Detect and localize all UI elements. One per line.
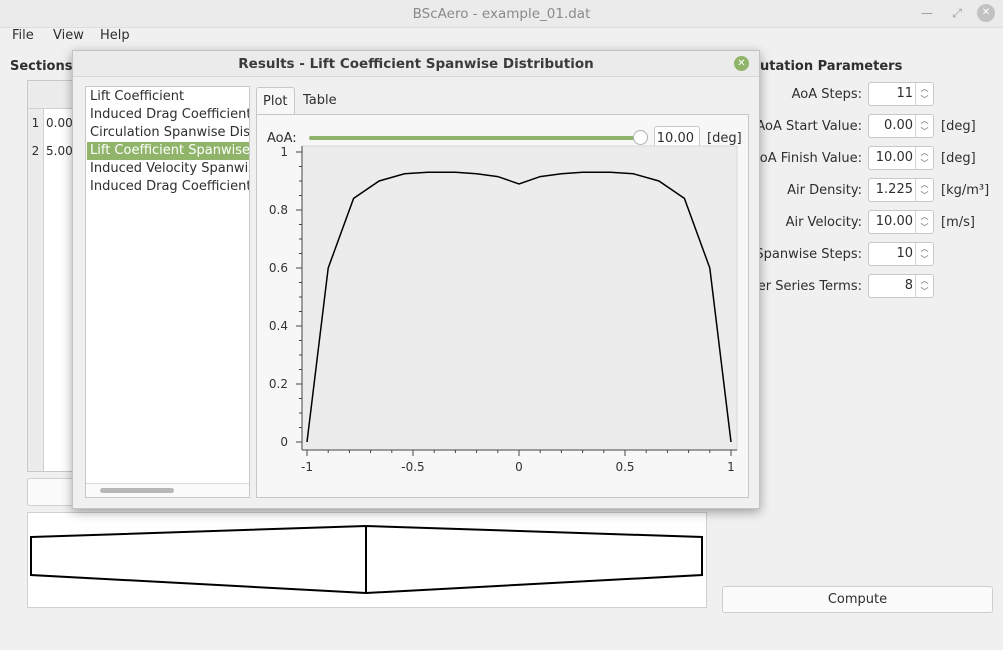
param-label: AoA Finish Value: (751, 151, 862, 166)
air-velocity-spinbox[interactable]: 10.00 ︿ ﹀ (868, 210, 934, 234)
chevron-down-icon[interactable]: ﹀ (915, 286, 933, 297)
spin-value[interactable]: 0.00 (869, 115, 913, 137)
sections-button[interactable] (27, 478, 77, 506)
chevron-down-icon[interactable]: ﹀ (915, 126, 933, 137)
aoa-start-spinbox[interactable]: 0.00 ︿ ﹀ (868, 114, 934, 138)
param-label: AoA Start Value: (756, 119, 862, 134)
list-item[interactable]: Lift Coefficient (87, 88, 249, 106)
spin-value[interactable]: 10.00 (869, 211, 913, 233)
param-label: Air Velocity: (785, 215, 862, 230)
compute-button[interactable]: Compute (722, 586, 993, 613)
param-unit: [deg] (941, 119, 976, 134)
horizontal-scrollbar[interactable] (86, 483, 249, 497)
param-label: AoA Steps: (791, 87, 862, 102)
row-number: 2 (28, 137, 44, 165)
x-tick-label: 0.5 (615, 460, 634, 474)
chevron-up-icon[interactable]: ︿ (915, 115, 933, 126)
param-label: rier Series Terms: (748, 279, 862, 294)
sections-table[interactable]: 1 0.00 2 5.00 (27, 80, 77, 472)
param-unit: [kg/m³] (941, 183, 990, 198)
plot-area (301, 145, 738, 451)
window-titlebar: BScAero - example_01.dat — ⤢ ✕ (0, 0, 1003, 28)
chevron-up-icon[interactable]: ︿ (915, 211, 933, 222)
list-item[interactable]: Induced Drag Coefficient (87, 106, 249, 124)
list-item[interactable]: Circulation Spanwise Distribution (87, 124, 249, 142)
air-density-spinbox[interactable]: 1.225 ︿ ﹀ (868, 178, 934, 202)
lift-distribution-chart: 0 0.2 0.4 0.6 0.8 1 -1 -0.5 0 0.5 1 (269, 145, 738, 474)
chevron-down-icon[interactable]: ﹀ (915, 222, 933, 233)
chevron-down-icon[interactable]: ﹀ (915, 158, 933, 169)
chevron-up-icon[interactable]: ︿ (915, 179, 933, 190)
chevron-down-icon[interactable]: ﹀ (915, 94, 933, 105)
fourier-terms-spinbox[interactable]: 8 ︿ ﹀ (868, 274, 934, 298)
table-cell[interactable]: 0.00 (46, 109, 73, 137)
table-cell[interactable]: 5.00 (46, 137, 73, 165)
y-tick-label: 0.6 (269, 261, 288, 275)
plot-panel: AoA: 10.00 [deg] 0 0.2 0.4 0.6 0.8 1 -1 -0.5 0 0.… (256, 114, 749, 498)
list-item[interactable]: Induced Drag Coefficient Spanwise Distri… (87, 178, 249, 196)
spin-value[interactable]: 1.225 (869, 179, 913, 201)
y-tick-label: 1 (280, 145, 288, 159)
aoa-steps-spinbox[interactable]: 11 ︿ ﹀ (868, 82, 934, 106)
x-tick-label: 0 (515, 460, 523, 474)
wing-preview (27, 512, 707, 608)
x-tick-label: 1 (727, 460, 735, 474)
results-dialog: Results - Lift Coefficient Spanwise Dist… (72, 50, 760, 509)
wing-planform-drawing (30, 524, 703, 595)
menu-bar: File View Help (0, 28, 1003, 48)
close-icon[interactable]: ✕ (734, 56, 749, 71)
close-icon[interactable]: ✕ (977, 4, 995, 22)
menu-file[interactable]: File (12, 28, 34, 43)
chevron-up-icon[interactable]: ︿ (915, 83, 933, 94)
spin-value[interactable]: 10.00 (869, 147, 913, 169)
list-item[interactable]: Induced Velocity Spanwise Distribution (87, 160, 249, 178)
menu-view[interactable]: View (53, 28, 84, 43)
dialog-titlebar: Results - Lift Coefficient Spanwise Dist… (73, 51, 759, 77)
menu-help[interactable]: Help (100, 28, 130, 43)
y-tick-label: 0.4 (269, 319, 288, 333)
maximize-icon[interactable]: ⤢ (948, 4, 966, 22)
y-tick-label: 0.8 (269, 203, 288, 217)
param-unit: [deg] (941, 151, 976, 166)
computation-title: utation Parameters (760, 59, 903, 74)
x-tick-label: -1 (301, 460, 313, 474)
scrollbar-thumb[interactable] (100, 488, 174, 493)
minimize-icon[interactable]: — (918, 4, 936, 22)
tab-table[interactable]: Table (297, 87, 343, 115)
chevron-up-icon[interactable]: ︿ (915, 243, 933, 254)
chevron-up-icon[interactable]: ︿ (915, 147, 933, 158)
results-list[interactable]: Lift Coefficient Induced Drag Coefficien… (85, 86, 250, 498)
window-title: BScAero - example_01.dat (412, 6, 591, 22)
x-tick-label: -0.5 (401, 460, 424, 474)
tab-plot[interactable]: Plot (256, 87, 295, 115)
spin-value[interactable]: 10 (869, 243, 913, 265)
param-unit: [m/s] (941, 215, 975, 230)
y-tick-label: 0 (280, 435, 288, 449)
chevron-down-icon[interactable]: ﹀ (915, 190, 933, 201)
table-header (28, 81, 76, 109)
dialog-title: Results - Lift Coefficient Spanwise Dist… (238, 56, 594, 72)
spin-value[interactable]: 11 (869, 83, 913, 105)
spanwise-steps-spinbox[interactable]: 10 ︿ ﹀ (868, 242, 934, 266)
row-number: 1 (28, 109, 44, 137)
param-label: Spanwise Steps: (755, 247, 862, 262)
aoa-finish-spinbox[interactable]: 10.00 ︿ ﹀ (868, 146, 934, 170)
param-label: Air Density: (787, 183, 862, 198)
list-item-selected[interactable]: Lift Coefficient Spanwise Distribution (87, 142, 249, 160)
chevron-down-icon[interactable]: ﹀ (915, 254, 933, 265)
spin-value[interactable]: 8 (869, 275, 913, 297)
chevron-up-icon[interactable]: ︿ (915, 275, 933, 286)
y-tick-label: 0.2 (269, 377, 288, 391)
